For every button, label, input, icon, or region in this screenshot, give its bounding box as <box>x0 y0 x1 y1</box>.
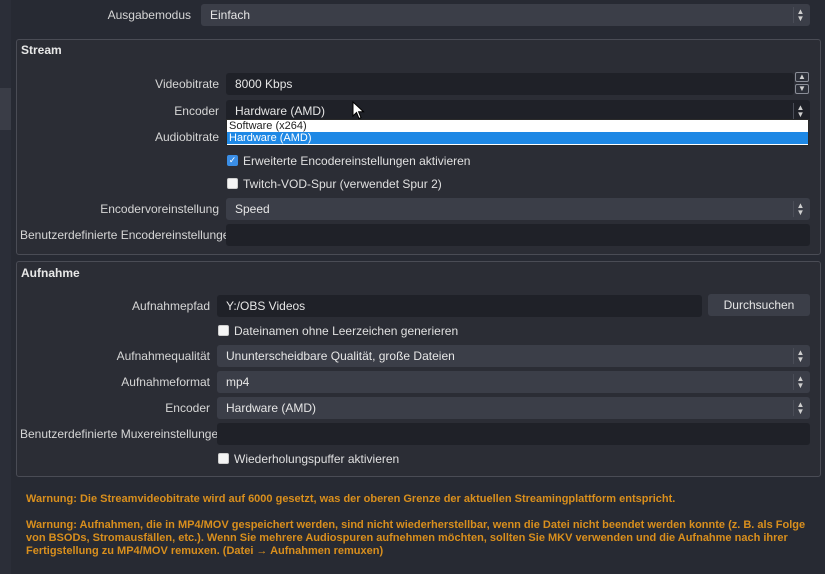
recording-format-select[interactable]: mp4 ▲ ▼ <box>217 371 810 393</box>
encoder-dropdown-list[interactable]: Software (x264) Hardware (AMD) <box>226 119 809 146</box>
chevron-updown-icon: ▲ ▼ <box>793 374 807 390</box>
encoder-preset-value: Speed <box>235 202 270 216</box>
stream-group-title: Stream <box>21 43 62 57</box>
video-bitrate-label: Videobitrate <box>155 77 219 91</box>
chevron-updown-icon: ▲ ▼ <box>793 348 807 364</box>
replay-buffer-checkbox[interactable] <box>218 453 229 464</box>
replay-buffer-label: Wiederholungspuffer aktivieren <box>234 452 400 466</box>
recording-encoder-select[interactable]: Hardware (AMD) ▲ ▼ <box>217 397 810 419</box>
encoder-option-hardware[interactable]: Hardware (AMD) <box>227 132 808 144</box>
video-bitrate-input[interactable]: 8000 Kbps <box>226 73 794 95</box>
recording-format-value: mp4 <box>226 375 250 389</box>
twitch-vod-checkbox[interactable] <box>227 178 238 189</box>
recording-encoder-label: Encoder <box>165 401 210 415</box>
encoder-option-software[interactable]: Software (x264) <box>227 120 808 132</box>
browse-button[interactable]: Durchsuchen <box>708 294 810 316</box>
twitch-vod-label: Twitch-VOD-Spur (verwendet Spur 2) <box>243 177 442 191</box>
output-mode-value: Einfach <box>210 8 251 22</box>
chevron-updown-icon: ▲ ▼ <box>793 201 807 217</box>
chevron-updown-icon: ▲ ▼ <box>793 400 807 416</box>
recording-group-title: Aufnahme <box>21 266 80 280</box>
advanced-encoder-label: Erweiterte Encodereinstellungen aktivier… <box>243 154 471 168</box>
video-bitrate-spinner[interactable]: ▲ ▼ <box>795 72 809 94</box>
mp4-warning: Warnung: Aufnahmen, die in MP4/MOV gespe… <box>26 519 806 557</box>
chevron-updown-icon: ▲ ▼ <box>793 7 807 23</box>
recording-path-input[interactable]: Y:/OBS Videos <box>217 295 702 317</box>
spin-down-icon[interactable]: ▼ <box>795 84 809 94</box>
scroll-notch <box>0 88 11 130</box>
custom-encoder-label: Benutzerdefinierte Encodereinstellungen <box>20 228 237 242</box>
stream-encoder-value: Hardware (AMD) <box>235 104 326 118</box>
mouse-cursor-icon <box>352 101 365 120</box>
custom-encoder-input[interactable] <box>226 224 810 246</box>
audio-bitrate-label: Audiobitrate <box>154 130 219 144</box>
output-mode-select[interactable]: Einfach ▲ ▼ <box>201 4 810 26</box>
recording-quality-label: Aufnahmequalität <box>116 349 210 363</box>
recording-quality-select[interactable]: Ununterscheidbare Qualität, große Dateie… <box>217 345 810 367</box>
encoder-preset-label: Encodervoreinstellung <box>100 202 219 216</box>
recording-format-label: Aufnahmeformat <box>121 375 210 389</box>
output-mode-label: Ausgabemodus <box>107 8 191 22</box>
spin-up-icon[interactable]: ▲ <box>795 72 809 82</box>
recording-path-label: Aufnahmepfad <box>131 299 210 313</box>
stream-encoder-label: Encoder <box>174 104 219 118</box>
no-spaces-label: Dateinamen ohne Leerzeichen generieren <box>234 324 459 338</box>
bitrate-warning: Warnung: Die Streamvideobitrate wird auf… <box>26 493 676 505</box>
recording-quality-value: Ununterscheidbare Qualität, große Dateie… <box>226 349 455 363</box>
custom-muxer-label: Benutzerdefinierte Muxereinstellungen <box>20 427 225 441</box>
stream-group <box>16 39 821 255</box>
encoder-preset-select[interactable]: Speed ▲ ▼ <box>226 198 810 220</box>
left-panel-edge <box>0 0 11 574</box>
no-spaces-checkbox[interactable] <box>218 325 229 336</box>
advanced-encoder-checkbox[interactable]: ✓ <box>227 155 238 166</box>
chevron-updown-icon: ▲ ▼ <box>793 103 807 119</box>
custom-muxer-input[interactable] <box>217 423 810 445</box>
recording-encoder-value: Hardware (AMD) <box>226 401 317 415</box>
